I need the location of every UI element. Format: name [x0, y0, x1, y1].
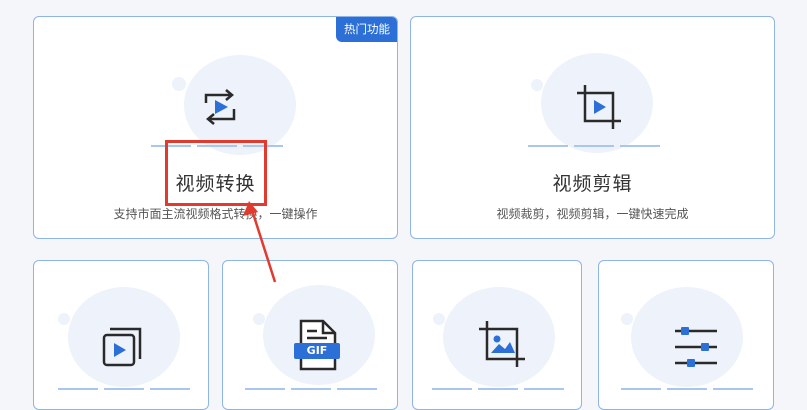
card-title: 视频剪辑	[552, 173, 633, 195]
card-title: 视频转换	[175, 173, 256, 195]
card-description: 视频裁剪，视频剪辑，一键快速完成	[496, 207, 689, 221]
decorative-divider	[58, 388, 190, 390]
decorative-dot	[58, 313, 70, 325]
decorative-dot	[172, 77, 186, 91]
decorative-divider	[432, 388, 564, 390]
playlist-icon	[102, 327, 142, 367]
decorative-divider	[528, 145, 660, 147]
feature-card-5[interactable]	[412, 260, 582, 410]
decorative-dot	[621, 313, 633, 325]
convert-icon	[204, 89, 236, 125]
feature-card-6[interactable]	[598, 260, 774, 410]
feature-card-3[interactable]	[33, 260, 209, 410]
decorative-divider	[245, 388, 377, 390]
video-edit-card[interactable]: 视频剪辑 视频裁剪，视频剪辑，一键快速完成	[410, 16, 775, 239]
decorative-dot	[433, 313, 445, 325]
image-crop-icon	[479, 321, 525, 367]
decorative-dot	[531, 79, 543, 91]
hot-feature-badge: 热门功能	[336, 17, 397, 42]
video-convert-card[interactable]: 视频转换 支持市面主流视频格式转换，一键操作 热门功能	[33, 16, 398, 239]
card-description: 支持市面主流视频格式转换，一键操作	[113, 207, 318, 221]
sliders-icon	[675, 327, 717, 367]
crop-icon	[577, 85, 621, 129]
feature-card-4[interactable]: GIF	[222, 260, 398, 410]
decorative-dot	[253, 313, 265, 325]
decorative-divider	[621, 388, 753, 390]
decorative-divider	[151, 145, 283, 147]
gif-label: GIF	[306, 344, 328, 357]
